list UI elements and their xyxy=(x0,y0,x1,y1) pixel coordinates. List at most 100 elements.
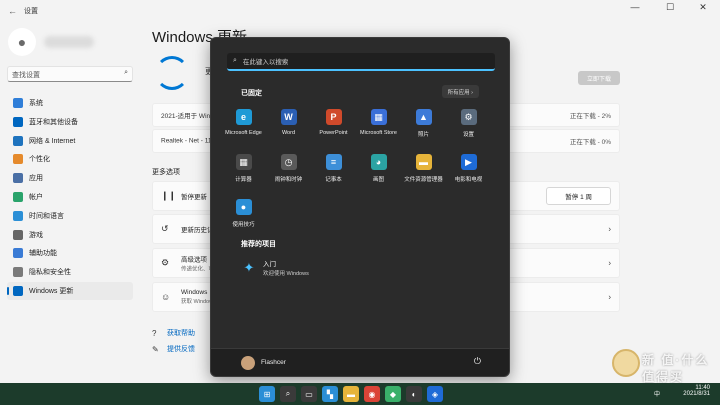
pinned-app[interactable]: ▦ Microsoft Store xyxy=(356,106,401,151)
input-method-indicator[interactable]: 中 xyxy=(654,389,660,398)
paint-icon: ◕ xyxy=(370,154,387,170)
edge-icon: e xyxy=(235,109,252,125)
sidebar-item[interactable]: 网络 & Internet xyxy=(7,132,133,150)
sidebar-item[interactable]: 帐户 xyxy=(7,188,133,206)
qq-icon[interactable]: ◐ xyxy=(406,386,422,402)
sidebar-item-label: 隐私和安全性 xyxy=(29,269,71,277)
widgets-icon[interactable]: ▚ xyxy=(322,386,338,402)
sidebar-item[interactable]: 时间和语言 xyxy=(7,207,133,225)
sidebar-item-label: 游戏 xyxy=(29,231,43,239)
settings-search-input[interactable]: 查找设置 ⌕ xyxy=(7,66,133,82)
sidebar-item-label: 辅助功能 xyxy=(29,250,57,258)
option-title: 暂停更新 xyxy=(181,194,207,201)
pinned-app[interactable]: ▲ 照片 xyxy=(401,106,446,151)
pinned-app[interactable]: W Word xyxy=(266,106,311,151)
user-name[interactable]: Flashcer xyxy=(261,359,286,366)
give-feedback-link[interactable]: ✎ 提供反馈 xyxy=(152,344,195,354)
sidebar-item[interactable]: 应用 xyxy=(7,169,133,187)
recommended-item[interactable]: ✦ 入门 欢迎使用 Windows xyxy=(241,258,309,278)
tips-icon: ● xyxy=(235,199,252,215)
sidebar-item-label: 帐户 xyxy=(29,193,43,201)
pinned-app[interactable]: ⚙ 设置 xyxy=(446,106,491,151)
clock-date: 2021/8/31 xyxy=(683,391,710,397)
sidebar-item[interactable]: 蓝牙和其他设备 xyxy=(7,113,133,131)
sidebar-item[interactable]: 个性化 xyxy=(7,150,133,168)
option-title: Windows xyxy=(181,289,208,296)
word-icon: W xyxy=(280,109,297,125)
bluetooth-icon xyxy=(13,116,23,127)
pinned-app-label: 文件资源管理器 xyxy=(404,177,443,183)
pause-icon: ❙❙ xyxy=(161,190,177,201)
system-clock[interactable]: 11:40 2021/8/31 xyxy=(683,385,710,397)
accessibility-icon xyxy=(13,248,23,259)
start-menu: ⌕ 在此键入以搜索 已固定 所有应用 › e Microsoft Edge W Wor… xyxy=(210,37,510,377)
pinned-app-label: 电影和电视 xyxy=(454,177,483,183)
pinned-app[interactable]: ▬ 文件资源管理器 xyxy=(401,151,446,196)
chrome-icon[interactable]: ◉ xyxy=(364,386,380,402)
window-title: 设置 xyxy=(24,8,38,15)
watermark-text: 新 值·什么值得买 xyxy=(642,353,710,384)
network-icon xyxy=(13,135,23,146)
sidebar-item[interactable]: 辅助功能 xyxy=(7,244,133,262)
power-icon[interactable]: ⏻ xyxy=(474,356,481,367)
pinned-app-label: 照片 xyxy=(417,132,429,138)
start-search-input[interactable]: ⌕ 在此键入以搜索 xyxy=(227,53,495,71)
app-icon[interactable]: ◆ xyxy=(385,386,401,402)
search-task-icon[interactable]: ⌕ xyxy=(280,386,296,402)
option-text: Windows 获取 Window xyxy=(181,289,213,305)
taskview-icon[interactable]: ▭ xyxy=(301,386,317,402)
sidebar-item[interactable]: Windows 更新 xyxy=(7,281,133,300)
folder-icon: ▬ xyxy=(415,154,432,170)
calculator-icon: ▦ xyxy=(235,154,252,170)
minimize-button[interactable]: — xyxy=(620,2,650,12)
notepad-icon: ≡ xyxy=(325,154,342,170)
pinned-app[interactable]: ▦ 计算器 xyxy=(221,151,266,196)
sidebar-item-label: 网络 & Internet xyxy=(29,137,76,145)
shield-icon xyxy=(13,267,23,278)
update-name: 2021-适用于 Win xyxy=(161,113,211,120)
back-arrow-icon[interactable]: ← xyxy=(8,6,20,16)
update-name: Realtek - Net - 11 xyxy=(161,137,212,145)
all-apps-button[interactable]: 所有应用 › xyxy=(441,85,479,98)
sidebar-item-label: Windows 更新 xyxy=(29,287,74,295)
network-task-icon[interactable]: ◈ xyxy=(427,386,443,402)
pinned-app[interactable]: ● 使用技巧 xyxy=(221,196,266,241)
feedback-icon: ✎ xyxy=(152,344,159,354)
sidebar-item-label: 个性化 xyxy=(29,156,50,164)
monitor-icon xyxy=(13,98,23,108)
option-title: 更新历史记 xyxy=(181,227,214,234)
sidebar-item-label: 时间和语言 xyxy=(29,212,64,220)
pinned-app[interactable]: ▶ 电影和电视 xyxy=(446,151,491,196)
pinned-app[interactable]: ≡ 记事本 xyxy=(311,151,356,196)
maximize-button[interactable]: ☐ xyxy=(655,2,685,13)
link-label: 提供反馈 xyxy=(167,346,195,353)
download-now-button[interactable]: 立即下载 xyxy=(578,71,620,85)
pause-week-button[interactable]: 暂停 1 周 xyxy=(546,187,611,205)
sidebar-item[interactable]: 游戏 xyxy=(7,226,133,244)
option-subtitle: 获取 Window xyxy=(181,299,214,305)
recommended-title: 入门 xyxy=(263,261,276,268)
sidebar-item[interactable]: 隐私和安全性 xyxy=(7,263,133,281)
pinned-app-label: Microsoft Edge xyxy=(225,130,262,136)
pinned-app-label: Microsoft Store xyxy=(360,130,397,136)
powerpoint-icon: P xyxy=(325,109,342,125)
history-icon: ↺ xyxy=(161,223,169,234)
pinned-app[interactable]: ◷ 闹钟和时钟 xyxy=(266,151,311,196)
user-profile[interactable]: ● xyxy=(8,28,94,56)
photos-icon: ▲ xyxy=(415,109,432,125)
chevron-right-icon: › xyxy=(608,224,611,234)
sidebar-item[interactable]: 系统 xyxy=(7,94,133,112)
gear-icon: ⚙ xyxy=(161,257,170,268)
pinned-app-label: 画图 xyxy=(372,177,384,183)
user-avatar[interactable] xyxy=(241,356,255,370)
pinned-app[interactable]: P PowerPoint xyxy=(311,106,356,151)
recommended-subtitle: 欢迎使用 Windows xyxy=(263,271,309,277)
close-button[interactable]: ✕ xyxy=(688,2,718,13)
get-help-link[interactable]: ? 获取帮助 xyxy=(152,328,195,338)
start-icon[interactable]: ⊞ xyxy=(259,386,275,402)
pinned-app[interactable]: e Microsoft Edge xyxy=(221,106,266,151)
explorer-icon[interactable]: ▬ xyxy=(343,386,359,402)
pinned-app[interactable]: ◕ 画图 xyxy=(356,151,401,196)
update-status: 正在下载 - 2% xyxy=(569,113,611,120)
getstarted-icon: ✦ xyxy=(243,259,255,275)
